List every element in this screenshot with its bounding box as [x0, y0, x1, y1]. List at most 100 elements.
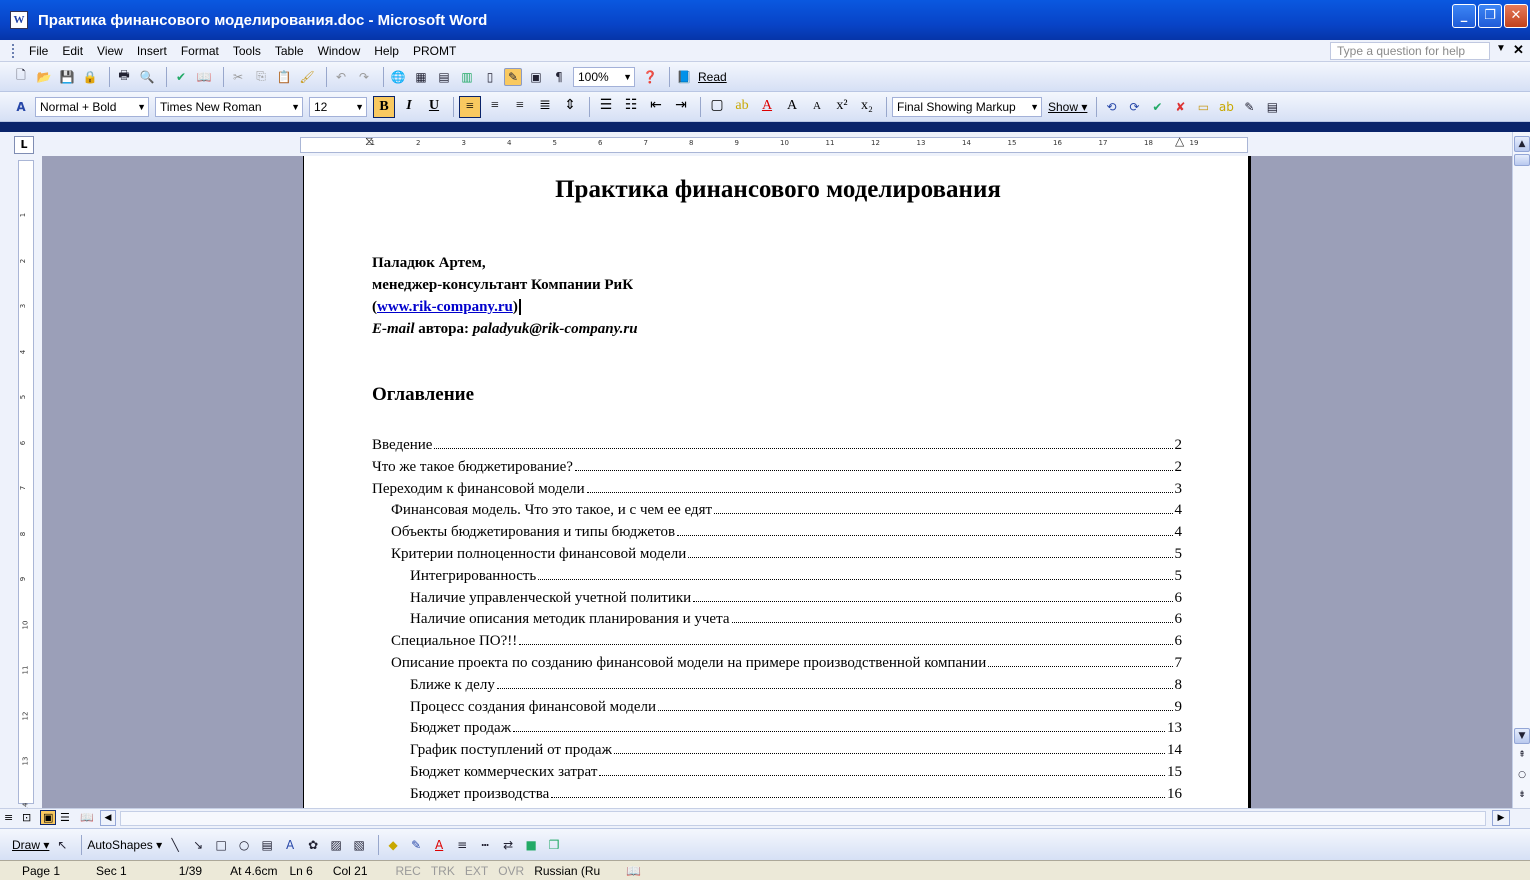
- save-icon[interactable]: 💾: [58, 68, 76, 86]
- align-left-button[interactable]: ≡: [459, 95, 481, 118]
- markup-display-select[interactable]: Final Showing Markup ▼: [892, 96, 1042, 117]
- font-color-button[interactable]: A: [756, 96, 778, 118]
- align-center-button[interactable]: ≡: [484, 96, 506, 118]
- highlight-button[interactable]: ab: [731, 96, 753, 118]
- toc-entry[interactable]: Ближе к делу 8: [372, 677, 1182, 699]
- toc-entry[interactable]: Описание проекта по созданию финансовой …: [372, 655, 1182, 677]
- arrow-icon[interactable]: ↘: [189, 836, 207, 854]
- draw-menu[interactable]: Draw ▾: [12, 838, 49, 852]
- clipart-icon[interactable]: ▨: [327, 836, 345, 854]
- style-select[interactable]: Normal + Bold ▼: [35, 96, 149, 117]
- new-comment-icon[interactable]: ▭: [1194, 98, 1212, 116]
- borders-button[interactable]: ▢: [706, 96, 728, 118]
- next-change-icon[interactable]: ⟳: [1125, 98, 1143, 116]
- word-app-icon[interactable]: W: [10, 11, 28, 29]
- shrink-font-button[interactable]: A: [806, 96, 828, 118]
- menu-format[interactable]: Format: [181, 44, 219, 58]
- toc-entry[interactable]: Процесс создания финансовой модели 9: [372, 699, 1182, 721]
- menu-help[interactable]: Help: [374, 44, 399, 58]
- menu-grip[interactable]: [12, 43, 15, 58]
- print-preview-icon[interactable]: 🔍: [138, 68, 156, 86]
- menu-tools[interactable]: Tools: [233, 44, 261, 58]
- subscript-button[interactable]: x₂: [856, 96, 878, 118]
- menu-promt[interactable]: PROMT: [413, 44, 456, 58]
- vertical-scrollbar[interactable]: ▲ ▼ ⇞ ○ ⇟: [1512, 132, 1530, 808]
- toc-entry[interactable]: Бюджет продаж 13: [372, 720, 1182, 742]
- toc-entry[interactable]: Наличие описания методик планирования и …: [372, 611, 1182, 633]
- read-icon[interactable]: 📘: [675, 68, 693, 86]
- decrease-indent-button[interactable]: ⇤: [645, 96, 667, 118]
- new-document-icon[interactable]: 🗋: [12, 68, 30, 86]
- open-icon[interactable]: 📂: [35, 68, 53, 86]
- status-rec[interactable]: REC: [396, 864, 421, 878]
- toc-entry[interactable]: Переходим к финансовой модели 3: [372, 481, 1182, 503]
- tab-selector[interactable]: L: [14, 136, 34, 154]
- menu-view[interactable]: View: [97, 44, 123, 58]
- line-color-icon[interactable]: ✎: [407, 836, 425, 854]
- insert-table-icon[interactable]: ▤: [435, 68, 453, 86]
- toc-entry[interactable]: Критерии полноценности финансовой модели…: [372, 546, 1182, 568]
- shadow-style-icon[interactable]: ■: [522, 836, 540, 854]
- help-question-input[interactable]: Type a question for help: [1330, 42, 1490, 60]
- scroll-right-button[interactable]: ▶: [1492, 810, 1510, 826]
- line-style-icon[interactable]: ≡: [453, 836, 471, 854]
- document-map-icon[interactable]: ▣: [527, 68, 545, 86]
- reviewing-pane-icon[interactable]: ▤: [1263, 98, 1281, 116]
- toc-entry[interactable]: Наличие управленческой учетной политики 6: [372, 590, 1182, 612]
- font-size-select[interactable]: 12 ▼: [309, 96, 367, 117]
- vertical-ruler[interactable]: 1 2 3 4 5 6 7 8 9 10 11 12 13 14: [18, 160, 34, 811]
- cut-icon[interactable]: ✂: [229, 68, 247, 86]
- scroll-up-button[interactable]: ▲: [1514, 136, 1530, 152]
- horizontal-ruler[interactable]: ⧖ △ 1 2 3 4 5 6 7 8 9 10 11 12 13 14 15 16 17 18 19: [300, 134, 1248, 153]
- line-icon[interactable]: ╲: [166, 836, 184, 854]
- permission-icon[interactable]: 🔒: [81, 68, 99, 86]
- insert-excel-icon[interactable]: ▥: [458, 68, 476, 86]
- menu-edit[interactable]: Edit: [62, 44, 83, 58]
- restore-button[interactable]: ❐: [1478, 4, 1502, 28]
- reject-change-icon[interactable]: ✘: [1171, 98, 1189, 116]
- increase-indent-button[interactable]: ⇥: [670, 96, 692, 118]
- toc-entry[interactable]: Объекты бюджетирования и типы бюджетов 4: [372, 524, 1182, 546]
- minimize-button[interactable]: _: [1452, 4, 1476, 28]
- document-area[interactable]: Практика финансового моделирования Палад…: [42, 156, 1512, 808]
- redo-icon[interactable]: ↷: [355, 68, 373, 86]
- wordart-icon[interactable]: A: [281, 836, 299, 854]
- toc-entry[interactable]: Финансовая модель. Что это такое, и с че…: [372, 502, 1182, 524]
- browse-object-button[interactable]: ○: [1514, 768, 1530, 784]
- web-view-icon[interactable]: ⊡: [22, 811, 31, 824]
- justify-button[interactable]: ≣: [534, 96, 556, 118]
- toc-entry[interactable]: Специальное ПО?!! 6: [372, 633, 1182, 655]
- show-markup-button[interactable]: Show ▾: [1048, 100, 1087, 114]
- oval-icon[interactable]: ○: [235, 836, 253, 854]
- styles-pane-icon[interactable]: A: [12, 98, 30, 116]
- previous-change-icon[interactable]: ⟲: [1102, 98, 1120, 116]
- status-trk[interactable]: TRK: [431, 864, 455, 878]
- help-dropdown-icon[interactable]: ▼: [1496, 43, 1506, 54]
- drawing-font-color-icon[interactable]: A: [430, 836, 448, 854]
- underline-button[interactable]: U: [423, 96, 445, 118]
- company-link[interactable]: www.rik-company.ru: [377, 299, 513, 315]
- horizontal-scrollbar-track[interactable]: [120, 811, 1486, 826]
- textbox-icon[interactable]: ▤: [258, 836, 276, 854]
- tables-borders-icon[interactable]: ▦: [412, 68, 430, 86]
- align-right-button[interactable]: ≡: [509, 96, 531, 118]
- italic-button[interactable]: I: [398, 96, 420, 118]
- help-icon[interactable]: ❓: [641, 68, 659, 86]
- select-objects-icon[interactable]: ↖: [53, 836, 71, 854]
- bold-button[interactable]: B: [373, 95, 395, 118]
- fill-color-icon[interactable]: ◆: [384, 836, 402, 854]
- hyperlink-icon[interactable]: 🌐: [389, 68, 407, 86]
- toc-entry[interactable]: Что же такое бюджетирование? 2: [372, 459, 1182, 481]
- next-page-button[interactable]: ⇟: [1514, 788, 1530, 804]
- outline-view-icon[interactable]: ☰: [60, 811, 70, 824]
- grow-font-button[interactable]: A: [781, 96, 803, 118]
- spelling-icon[interactable]: ✔: [172, 68, 190, 86]
- diagram-icon[interactable]: ✿: [304, 836, 322, 854]
- arrow-style-icon[interactable]: ⇄: [499, 836, 517, 854]
- numbering-button[interactable]: ☰: [595, 96, 617, 118]
- menu-table[interactable]: Table: [275, 44, 304, 58]
- right-indent-marker[interactable]: △: [1175, 134, 1184, 148]
- bullets-button[interactable]: ☷: [620, 96, 642, 118]
- highlight-comment-icon[interactable]: ab: [1217, 98, 1235, 116]
- print-icon[interactable]: 🖶: [115, 68, 133, 86]
